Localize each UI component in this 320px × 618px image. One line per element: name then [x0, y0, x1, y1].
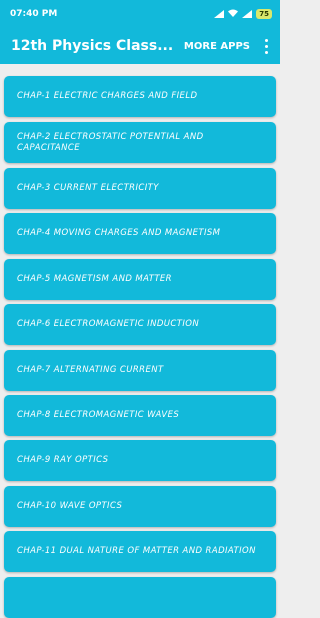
chapter-item[interactable]: CHAP-7 ALTERNATING CURRENT [4, 350, 276, 391]
overflow-menu-icon[interactable] [258, 36, 274, 56]
status-icons: 75 [214, 9, 272, 20]
chapter-item[interactable]: CHAP-9 RAY OPTICS [4, 440, 276, 481]
status-time: 07:40 PM [10, 9, 58, 19]
signal-icon [214, 10, 225, 18]
signal-icon-2 [242, 10, 253, 18]
app-title: 12th Physics Class... [11, 38, 174, 54]
chapter-item[interactable] [4, 577, 276, 618]
chapter-item[interactable]: CHAP-11 DUAL NATURE OF MATTER AND RADIAT… [4, 531, 276, 572]
app-bar: 12th Physics Class... MORE APPS [0, 28, 280, 64]
chapter-item[interactable]: CHAP-10 WAVE OPTICS [4, 486, 276, 527]
chapter-item[interactable]: CHAP-1 ELECTRIC CHARGES AND FIELD [4, 76, 276, 117]
chapter-item[interactable]: CHAP-3 CURRENT ELECTRICITY [4, 168, 276, 209]
chapter-item[interactable]: CHAP-4 MOVING CHARGES AND MAGNETISM [4, 213, 276, 254]
more-apps-button[interactable]: MORE APPS [184, 41, 250, 52]
battery-icon: 75 [256, 9, 272, 19]
chapter-item[interactable]: CHAP-6 ELECTROMAGNETIC INDUCTION [4, 304, 276, 345]
chapter-item[interactable]: CHAP-8 ELECTROMAGNETIC WAVES [4, 395, 276, 436]
wifi-icon [228, 9, 239, 20]
chapter-item[interactable]: CHAP-5 MAGNETISM AND MATTER [4, 259, 276, 300]
status-bar: 07:40 PM 75 [0, 0, 280, 28]
chapter-item[interactable]: CHAP-2 ELECTROSTATIC POTENTIAL AND CAPAC… [4, 122, 276, 163]
